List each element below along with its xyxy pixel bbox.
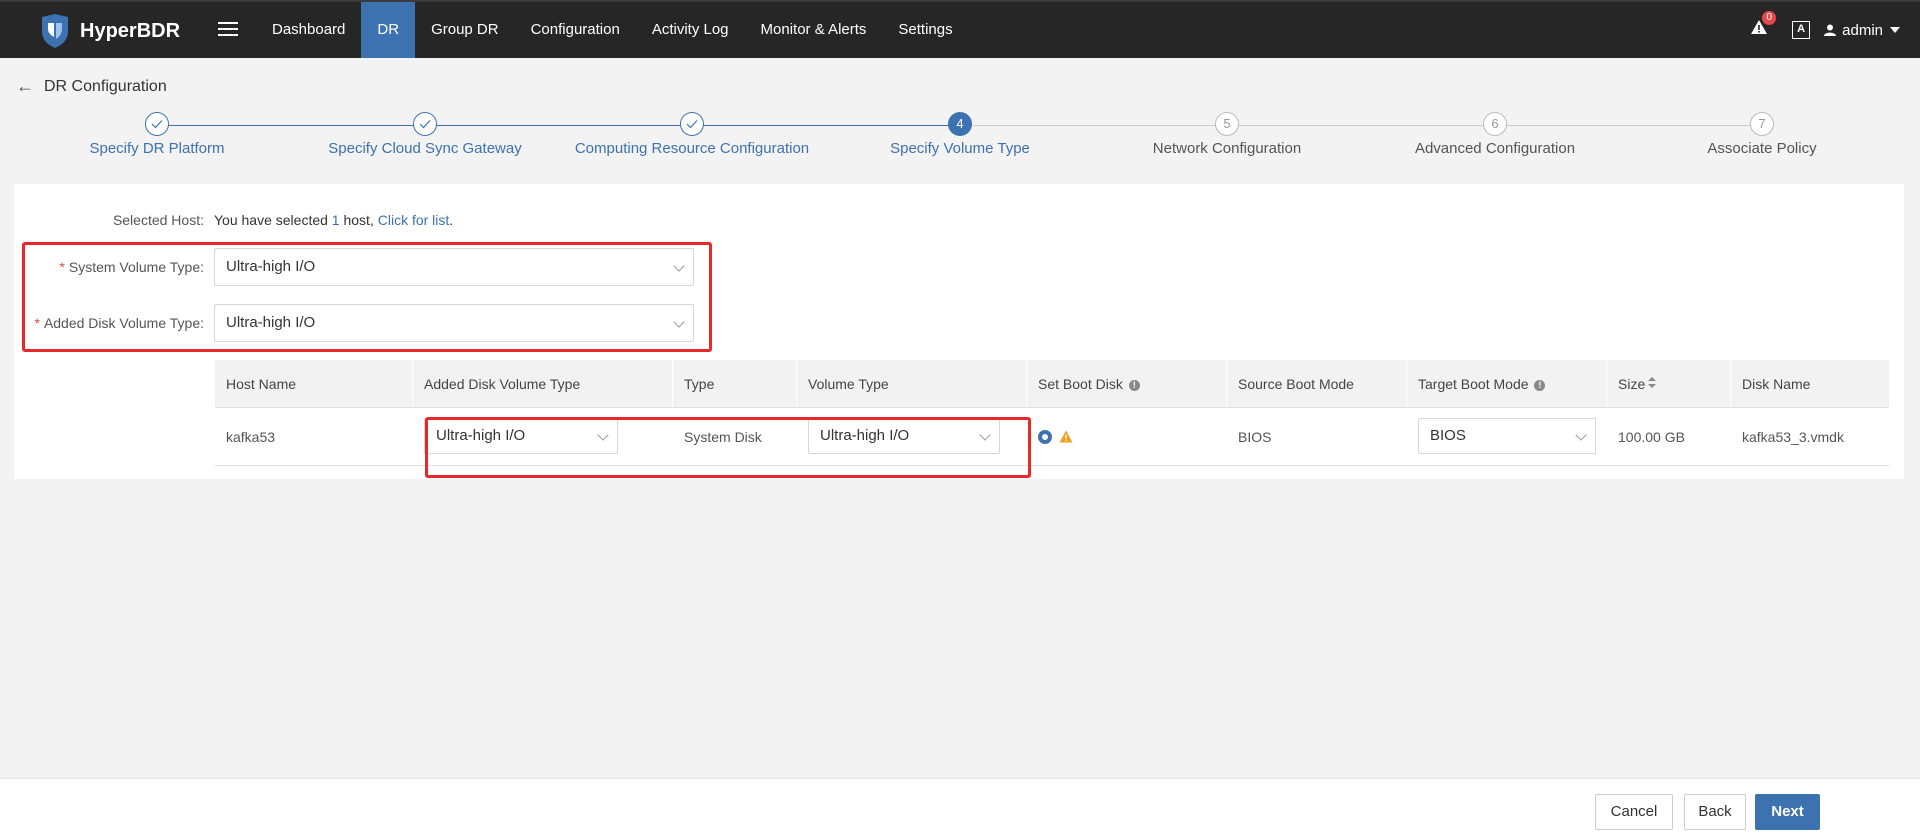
app-name: HyperBDR bbox=[80, 19, 181, 42]
selected-host-text: You have selected 1 host, Click for list… bbox=[214, 212, 453, 228]
step-number: 6 bbox=[1483, 112, 1507, 136]
system-volume-type-value: Ultra-high I/O bbox=[226, 258, 316, 275]
back-button[interactable]: Back bbox=[1684, 794, 1746, 830]
selected-count: 1 bbox=[331, 212, 340, 228]
step-label: Associate Policy bbox=[1707, 140, 1817, 157]
step-advanced-configuration: 6 Advanced Configuration bbox=[1345, 112, 1645, 157]
nav-activity-log[interactable]: Activity Log bbox=[636, 2, 745, 58]
info-icon[interactable]: ! bbox=[1534, 380, 1546, 391]
col-disk-name: Disk Name bbox=[1742, 376, 1811, 392]
added-disk-label-text: Added Disk Volume Type: bbox=[43, 315, 204, 331]
system-volume-type-select[interactable]: Ultra-high I/O bbox=[214, 248, 694, 286]
system-volume-label-text: System Volume Type: bbox=[68, 259, 204, 275]
col-source-boot-mode: Source Boot Mode bbox=[1227, 360, 1407, 407]
col-volume-type: Volume Type bbox=[797, 360, 1027, 407]
nav-monitor-alerts[interactable]: Monitor & Alerts bbox=[745, 2, 883, 58]
boot-disk-radio[interactable] bbox=[1038, 430, 1052, 444]
wizard-stepper: Specify DR Platform Specify Cloud Sync G… bbox=[0, 112, 1920, 172]
nav-configuration[interactable]: Configuration bbox=[515, 2, 636, 58]
col-size[interactable]: Size bbox=[1607, 360, 1731, 407]
cancel-button[interactable]: Cancel bbox=[1595, 794, 1673, 830]
step-number: 4 bbox=[948, 112, 972, 136]
step-number: 5 bbox=[1215, 112, 1239, 136]
top-navbar: HyperBDR Dashboard DR Group DR Configura… bbox=[0, 0, 1920, 58]
click-for-list-link[interactable]: Click for list bbox=[378, 212, 450, 228]
step-associate-policy: 7 Associate Policy bbox=[1612, 112, 1912, 157]
added-disk-volume-label: * Added Disk Volume Type: bbox=[34, 315, 204, 331]
cell-source-boot-mode: BIOS bbox=[1238, 429, 1272, 445]
col-set-boot-disk-label: Set Boot Disk bbox=[1038, 376, 1123, 392]
target-boot-mode-select[interactable]: BIOS bbox=[1418, 418, 1596, 454]
step-specify-volume-type[interactable]: 4 Specify Volume Type bbox=[810, 112, 1110, 157]
nav-dr[interactable]: DR bbox=[361, 2, 416, 58]
step-label: Advanced Configuration bbox=[1414, 140, 1576, 157]
info-icon[interactable]: ! bbox=[1128, 380, 1140, 391]
menu-toggle-icon[interactable] bbox=[218, 18, 238, 40]
sort-icon bbox=[1648, 377, 1657, 388]
step-label: Specify Cloud Sync Gateway bbox=[328, 140, 522, 157]
disk-table: Host Name Added Disk Volume Type Type Vo… bbox=[215, 360, 1889, 478]
back-arrow-icon[interactable]: ← bbox=[16, 76, 34, 97]
app-logo[interactable]: HyperBDR bbox=[38, 12, 180, 50]
check-icon bbox=[145, 112, 169, 136]
step-number: 7 bbox=[1750, 112, 1774, 136]
check-icon bbox=[413, 112, 437, 136]
chevron-down-icon bbox=[673, 260, 685, 272]
selected-mid: host, bbox=[339, 212, 378, 228]
cell-host-name: kafka53 bbox=[226, 429, 276, 445]
font-size-icon[interactable]: A bbox=[1792, 21, 1811, 39]
target-boot-mode-value: BIOS bbox=[1430, 427, 1466, 444]
step-label: Specify Volume Type bbox=[890, 140, 1030, 157]
cell-target-boot-mode: BIOS bbox=[1407, 408, 1607, 465]
page-title: DR Configuration bbox=[44, 77, 167, 95]
nav-settings[interactable]: Settings bbox=[882, 2, 968, 58]
step-specify-cloud-sync-gateway[interactable]: Specify Cloud Sync Gateway bbox=[275, 112, 575, 157]
alerts-button[interactable]: 0 bbox=[1750, 11, 1777, 41]
step-specify-dr-platform[interactable]: Specify DR Platform bbox=[7, 112, 307, 157]
selected-suffix: . bbox=[449, 212, 454, 228]
col-target-boot-mode-label: Target Boot Mode bbox=[1418, 376, 1529, 392]
nav-group-dr[interactable]: Group DR bbox=[415, 2, 515, 58]
hyperbdr-logo-icon bbox=[42, 14, 68, 48]
user-name: admin bbox=[1842, 21, 1883, 39]
volume-type-card: Selected Host: You have selected 1 host,… bbox=[14, 184, 1904, 479]
step-label: Specify DR Platform bbox=[89, 140, 225, 157]
cell-size: 100.00 GB bbox=[1618, 429, 1685, 445]
user-menu[interactable]: admin bbox=[1824, 22, 1900, 39]
col-size-label: Size bbox=[1618, 376, 1646, 392]
check-icon bbox=[680, 112, 704, 136]
step-label: Network Configuration bbox=[1152, 140, 1302, 157]
chevron-down-icon bbox=[1575, 429, 1587, 441]
highlight-box-row bbox=[425, 417, 1031, 478]
step-computing-resource-configuration[interactable]: Computing Resource Configuration bbox=[542, 112, 842, 157]
col-added-disk-volume-type: Added Disk Volume Type bbox=[413, 360, 673, 407]
system-volume-label: * System Volume Type: bbox=[59, 259, 204, 275]
added-disk-volume-type-value: Ultra-high I/O bbox=[226, 314, 316, 331]
cell-set-boot-disk bbox=[1027, 408, 1227, 465]
main-nav: Dashboard DR Group DR Configuration Acti… bbox=[256, 2, 969, 58]
step-label: Computing Resource Configuration bbox=[574, 140, 810, 157]
user-icon bbox=[1824, 24, 1837, 36]
cell-disk-name: kafka53_3.vmdk bbox=[1742, 429, 1844, 445]
chevron-down-icon bbox=[1890, 27, 1900, 33]
col-host-name: Host Name bbox=[215, 360, 413, 407]
step-network-configuration: 5 Network Configuration bbox=[1077, 112, 1377, 157]
col-target-boot-mode: Target Boot Mode ! bbox=[1407, 360, 1607, 407]
col-type: Type bbox=[673, 360, 797, 407]
page-header: ← DR Configuration bbox=[16, 76, 167, 97]
warning-icon[interactable] bbox=[1059, 430, 1073, 443]
wizard-footer: Cancel Back Next bbox=[0, 778, 1920, 840]
next-button[interactable]: Next bbox=[1755, 794, 1820, 830]
alert-count-badge: 0 bbox=[1762, 11, 1777, 25]
added-disk-volume-type-select[interactable]: Ultra-high I/O bbox=[214, 304, 694, 342]
selected-host-label: Selected Host: bbox=[112, 212, 204, 228]
selected-prefix: You have selected bbox=[214, 212, 332, 228]
col-set-boot-disk: Set Boot Disk ! bbox=[1027, 360, 1227, 407]
chevron-down-icon bbox=[673, 316, 685, 328]
nav-dashboard[interactable]: Dashboard bbox=[256, 2, 361, 58]
table-header: Host Name Added Disk Volume Type Type Vo… bbox=[215, 360, 1889, 408]
